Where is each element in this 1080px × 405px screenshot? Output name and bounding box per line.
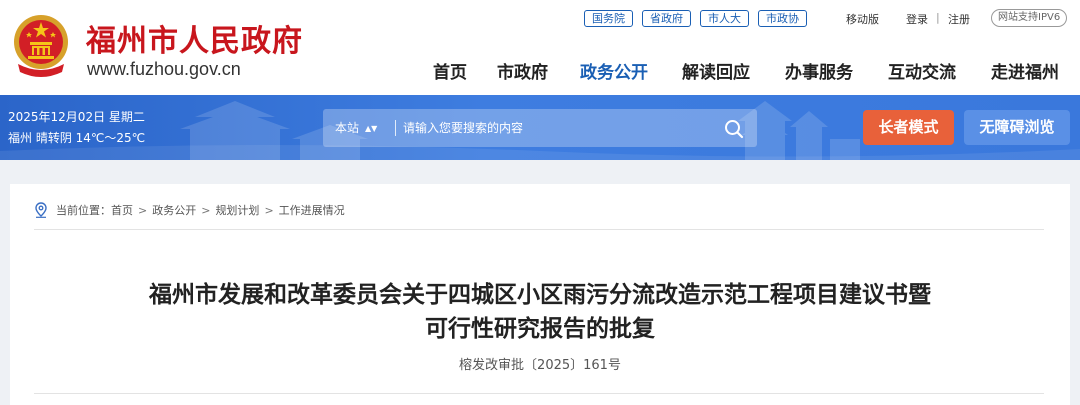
link-state-council[interactable]: 国务院 (584, 10, 633, 27)
link-npc[interactable]: 市人大 (700, 10, 749, 27)
breadcrumb-gov-affairs[interactable]: 政务公开 (152, 202, 196, 218)
article-title-line1: 福州市发展和改革委员会关于四城区小区雨污分流改造示范工程项目建议书暨 (149, 282, 931, 308)
ipv6-badge: 网站支持IPV6 (991, 9, 1068, 27)
util-separator: | (936, 11, 940, 24)
site-header: 福州市人民政府 www.fuzhou.gov.cn 国务院 省政府 市人大 市政… (0, 0, 1080, 95)
nav-about-fuzhou[interactable]: 走进福州 (991, 58, 1059, 83)
breadcrumb-progress[interactable]: 工作进展情况 (279, 202, 345, 218)
nav-city-gov[interactable]: 市政府 (497, 58, 548, 83)
current-date: 2025年12月02日 星期二 (8, 110, 145, 124)
breadcrumb-separator: > (138, 203, 148, 217)
updown-arrow-icon: ▲▼ (365, 123, 378, 133)
link-cppcc[interactable]: 市政协 (758, 10, 807, 27)
top-links: 国务院 省政府 市人大 市政协 (584, 10, 807, 27)
breadcrumb-separator: > (201, 203, 211, 217)
breadcrumb-separator: > (264, 203, 274, 217)
location-pin-icon (35, 202, 47, 218)
document-number: 榕发改审批〔2025〕161号 (459, 358, 621, 373)
elder-mode-button[interactable]: 长者模式 (863, 110, 954, 145)
search-divider (395, 120, 396, 136)
breadcrumb: 当前位置： 首页 > 政务公开 > 规划计划 > 工作进展情况 (34, 202, 345, 218)
search-icon[interactable] (722, 117, 746, 141)
search-scope-label: 本站 (335, 121, 360, 135)
main-nav: 首页 市政府 政务公开 解读回应 办事服务 互动交流 走进福州 (0, 58, 1080, 84)
nav-gov-affairs[interactable]: 政务公开 (580, 58, 648, 83)
login-link[interactable]: 登录 (906, 11, 928, 27)
breadcrumb-divider (34, 229, 1044, 230)
nav-home[interactable]: 首页 (433, 58, 467, 83)
register-link[interactable]: 注册 (948, 11, 970, 27)
breadcrumb-prefix: 当前位置： (56, 204, 111, 217)
nav-services[interactable]: 办事服务 (785, 58, 853, 83)
title-divider (34, 393, 1044, 394)
banner: 2025年12月02日 星期二 福州 晴转阴 14℃～25℃ 本站 ▲▼ 长者模式… (0, 95, 1080, 160)
accessible-browse-button[interactable]: 无障碍浏览 (964, 110, 1070, 145)
search-box: 本站 ▲▼ (323, 109, 757, 147)
nav-interaction[interactable]: 互动交流 (888, 58, 956, 83)
weather-info: 福州 晴转阴 14℃～25℃ (8, 131, 146, 145)
nav-interpretation[interactable]: 解读回应 (682, 58, 750, 83)
mobile-version-link[interactable]: 移动版 (846, 11, 879, 27)
search-input[interactable] (403, 113, 703, 143)
site-name[interactable]: 福州市人民政府 (86, 16, 303, 60)
breadcrumb-planning[interactable]: 规划计划 (215, 202, 259, 218)
breadcrumb-home[interactable]: 首页 (111, 202, 133, 218)
link-provincial-gov[interactable]: 省政府 (642, 10, 691, 27)
article-title-line2: 可行性研究报告的批复 (425, 316, 655, 342)
search-scope-select[interactable]: 本站 ▲▼ (335, 109, 377, 147)
